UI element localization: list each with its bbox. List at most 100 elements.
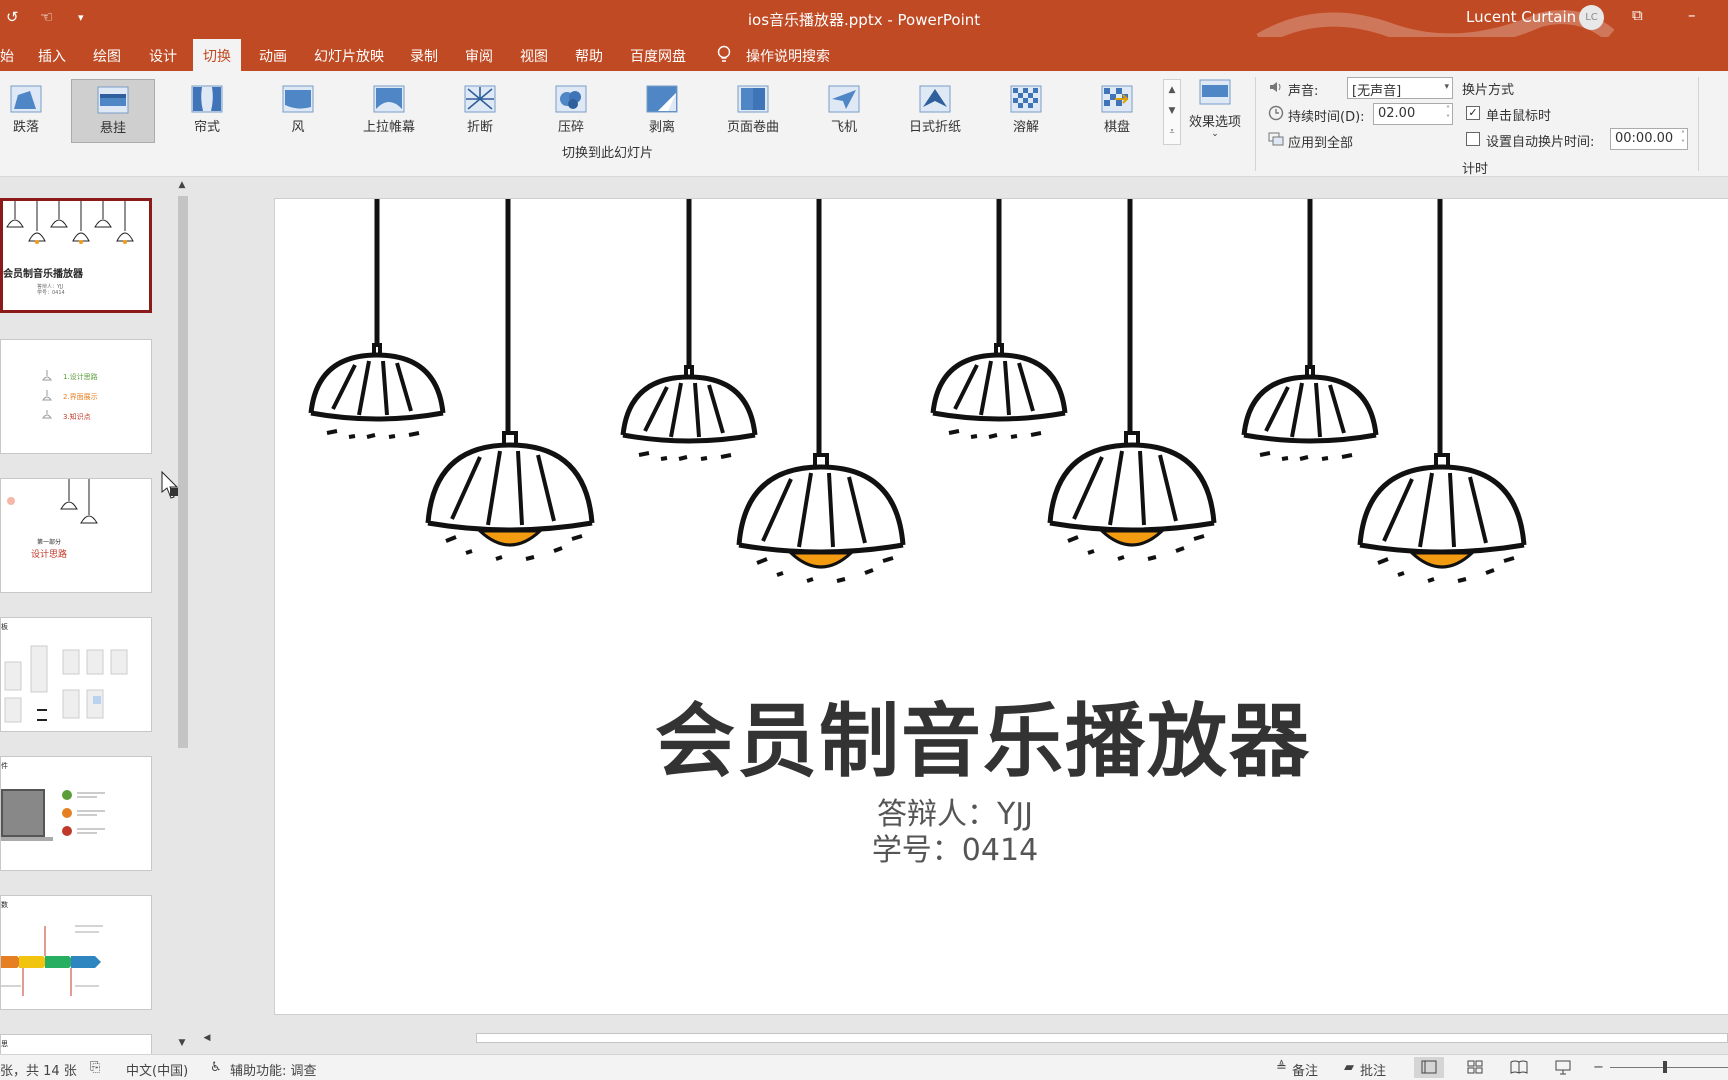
stepper-arrows-icon[interactable]: ˄ ˅ <box>1446 105 1450 123</box>
checkerboard-icon <box>1101 85 1133 113</box>
comments-button[interactable]: 批注 <box>1360 1060 1386 1079</box>
thumbnail-slide-2[interactable]: 1.设计思路 2.界面展示 3.知识点 <box>0 339 152 454</box>
thumb-item: 1.设计思路 <box>63 373 98 381</box>
effect-wind[interactable]: 风 <box>256 79 340 143</box>
horizontal-scrollbar[interactable]: ◀ <box>200 1030 1728 1046</box>
effect-options-button[interactable]: 效果选项 ⌄ <box>1184 79 1246 139</box>
avatar[interactable]: LC <box>1579 5 1604 30</box>
normal-view-button[interactable] <box>1414 1057 1444 1078</box>
tab-home[interactable]: 始 <box>0 46 14 66</box>
thumbnail-slide-6[interactable]: 数 <box>0 895 152 1010</box>
thumbnail-slide-1[interactable]: 会员制音乐播放器 答辩人：YJJ 学号：0414 <box>0 198 152 313</box>
slide-sorter-icon <box>1467 1060 1483 1074</box>
effect-airplane[interactable]: 飞机 <box>802 79 886 143</box>
zoom-out-button[interactable]: − <box>1593 1060 1604 1075</box>
effect-dissolve[interactable]: 溶解 <box>984 79 1068 143</box>
effect-crush[interactable]: 压碎 <box>529 79 613 143</box>
scroll-thumb[interactable] <box>476 1033 1728 1043</box>
scroll-down-icon[interactable]: ▼ <box>174 1038 190 1052</box>
spell-check-icon[interactable]: ⎘ <box>90 1060 100 1075</box>
tab-review[interactable]: 审阅 <box>465 46 493 66</box>
ribbon-display-icon[interactable]: ⧉ <box>1632 6 1643 24</box>
effect-label: 上拉帷幕 <box>362 120 415 135</box>
lightbulb-icon <box>717 45 731 62</box>
effect-fall-over[interactable]: 跌落 <box>0 79 68 143</box>
effect-page-curl[interactable]: 页面卷曲 <box>711 79 795 143</box>
scroll-left-icon[interactable]: ◀ <box>200 1030 214 1046</box>
slide-canvas[interactable]: 会员制音乐播放器 答辩人：YJJ 学号：0414 <box>274 198 1728 1015</box>
tab-baidu-netdisk[interactable]: 百度网盘 <box>630 46 686 66</box>
effect-label: 折断 <box>466 120 493 135</box>
user-name[interactable]: Lucent Curtain <box>1466 8 1576 26</box>
timeline-thumbnail <box>1 925 103 996</box>
auto-advance-time[interactable]: 00:00.00 ˄ ˅ <box>1610 128 1688 150</box>
tab-slideshow[interactable]: 幻灯片放映 <box>314 46 384 66</box>
slide-student-id[interactable]: 学号：0414 <box>755 825 1155 869</box>
chevron-down-icon: ▾ <box>1444 82 1449 92</box>
effect-label: 跌落 <box>12 120 39 135</box>
auto-advance-value: 00:00.00 <box>1615 131 1674 146</box>
stepper-arrows-icon[interactable]: ˄ ˅ <box>1681 130 1685 148</box>
notes-icon: ≜ <box>1276 1060 1287 1075</box>
scroll-up-icon[interactable]: ▲ <box>174 180 190 194</box>
duration-value: 02.00 <box>1378 106 1416 121</box>
effect-origami[interactable]: 日式折纸 <box>893 79 977 143</box>
group-label-transition: 切换到此幻灯片 <box>562 146 654 161</box>
tab-transitions[interactable]: 切换 <box>193 39 241 71</box>
ribbon-tabs: 始 插入 绘图 设计 切换 动画 幻灯片放映 录制 审阅 视图 帮助 百度网盘 … <box>0 37 1728 71</box>
slide-editing-area: 会员制音乐播放器 答辩人：YJJ 学号：0414 <box>194 178 1728 1032</box>
thumbnail-slide-3[interactable]: 第一部分 设计思路 <box>0 478 152 593</box>
duration-stepper[interactable]: 02.00 ˄ ˅ <box>1373 103 1453 125</box>
notes-button[interactable]: 备注 <box>1292 1060 1318 1079</box>
effect-prestige[interactable]: 上拉帷幕 <box>347 79 431 143</box>
zoom-slider-knob[interactable] <box>1663 1061 1667 1073</box>
tab-view[interactable]: 视图 <box>520 46 548 66</box>
tell-me-search[interactable]: 操作说明搜索 <box>746 46 830 66</box>
gallery-scroll[interactable]: ▲ ▼ ⩡ <box>1163 79 1181 145</box>
normal-view-icon <box>1421 1060 1437 1074</box>
thumbnail-scrollbar[interactable]: ▲ ▼ <box>174 180 190 1052</box>
tab-help[interactable]: 帮助 <box>575 46 603 66</box>
slide-sorter-button[interactable] <box>1460 1057 1490 1078</box>
effect-drape[interactable]: 悬挂 <box>71 79 155 143</box>
thumb-label: 件 <box>1 762 8 770</box>
on-click-checkbox[interactable]: ✓ <box>1466 106 1480 120</box>
language-indicator[interactable]: 中文(中国) <box>126 1060 188 1079</box>
duration-label: 持续时间(D): <box>1288 110 1365 125</box>
apply-all-button[interactable]: 应用到全部 <box>1288 132 1353 151</box>
fall-over-icon <box>10 85 42 113</box>
gallery-down-icon[interactable]: ▼ <box>1164 101 1180 122</box>
tab-record[interactable]: 录制 <box>410 46 438 66</box>
thumb-label: 数 <box>1 901 8 909</box>
effect-label: 棋盘 <box>1103 120 1130 135</box>
effect-curtains[interactable]: 帘式 <box>165 79 249 143</box>
minimize-icon[interactable]: – <box>1688 6 1696 24</box>
auto-advance-checkbox[interactable] <box>1466 132 1480 146</box>
scroll-track[interactable] <box>216 1033 1728 1043</box>
powerpoint-window: ↺ ☜ ▾ ios音乐播放器.pptx - PowerPoint Lucent … <box>0 0 1728 1080</box>
thumbnail-slide-4[interactable]: 板 <box>0 617 152 732</box>
zoom-slider-track[interactable] <box>1610 1067 1728 1068</box>
sound-value: [无声音] <box>1352 84 1402 99</box>
group-divider <box>1698 77 1699 171</box>
tab-insert[interactable]: 插入 <box>38 46 66 66</box>
sound-select[interactable]: [无声音] ▾ <box>1347 77 1453 99</box>
gallery-up-icon[interactable]: ▲ <box>1164 80 1180 101</box>
transition-gallery: 跌落 悬挂 帘式 风 上拉帷幕 折断 压碎 剥离 页面卷曲 飞机 日式折纸 溶解… <box>0 77 1163 147</box>
tab-design[interactable]: 设计 <box>149 46 177 66</box>
slide-title[interactable]: 会员制音乐播放器 <box>655 677 1309 793</box>
thumb-title: 设计思路 <box>31 550 68 560</box>
accessibility-status[interactable]: 辅助功能: 调查 <box>230 1060 317 1079</box>
group-label-timing: 计时 <box>1462 162 1489 177</box>
tab-animations[interactable]: 动画 <box>259 46 287 66</box>
tab-draw[interactable]: 绘图 <box>93 46 121 66</box>
effect-fracture[interactable]: 折断 <box>438 79 522 143</box>
scroll-track[interactable] <box>178 196 188 1036</box>
reading-view-button[interactable] <box>1504 1057 1534 1078</box>
status-bar: 张，共 14 张 ⎘ 中文(中国) ♿ 辅助功能: 调查 ≜ 备注 ▰ 批注 − <box>0 1054 1728 1080</box>
gallery-more-icon[interactable]: ⩡ <box>1164 122 1180 143</box>
effect-peel-off[interactable]: 剥离 <box>620 79 704 143</box>
slideshow-button[interactable] <box>1548 1057 1578 1078</box>
thumbnail-slide-5[interactable]: 件 <box>0 756 152 871</box>
effect-checkerboard[interactable]: 棋盘 <box>1075 79 1159 143</box>
